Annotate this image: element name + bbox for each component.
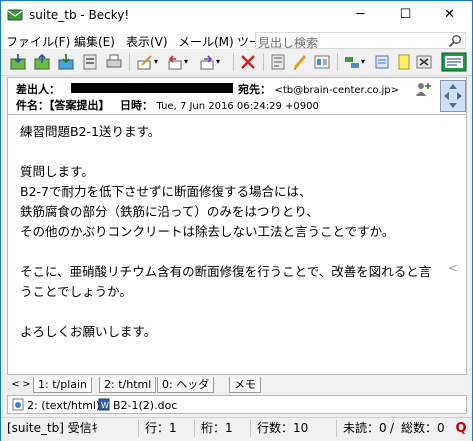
tab-text-plain[interactable]: 1: t/plain [33, 377, 93, 393]
becky-app-icon[interactable] [7, 7, 23, 23]
total-count: 0 [437, 421, 445, 435]
attachment-html-label: 2: (text/html) [27, 399, 101, 412]
date-label: 日時： [120, 99, 153, 112]
body-line: 鉄筋腐食の部分（鉄筋に沿って）のみをはつりとり、 [20, 204, 319, 219]
print-icon[interactable] [105, 53, 123, 71]
edit-icon[interactable] [291, 53, 309, 71]
close-button[interactable]: ✕ [427, 1, 472, 30]
body-line: 質問します。 [20, 164, 94, 179]
settings-icon[interactable] [313, 53, 331, 71]
date-value: Tue, 7 Jun 2016 06:24:29 +0900 [156, 101, 319, 112]
cancel-icon[interactable] [415, 53, 433, 71]
toolbar-separator [233, 53, 234, 71]
receive-icon[interactable] [9, 53, 27, 71]
body-line: うことでしょうか。 [20, 284, 132, 299]
body-line: 練習問題B2-1送ります。 [20, 124, 161, 139]
address-book-icon[interactable] [81, 53, 99, 71]
toolbar: ▾ ▾ ▾ ▾ [1, 49, 472, 76]
mailbox-icon[interactable] [373, 53, 391, 71]
status-bar: [suite_tb] 受信ｷ 行：1 桁：1 行数：10 未読：0 / 総数：0… [1, 417, 472, 441]
send-icon[interactable] [33, 53, 51, 71]
tab-scroll-right[interactable]: > [21, 378, 32, 392]
status-column: 桁：1 [197, 420, 251, 437]
menu-file[interactable]: ファイル(F) [6, 33, 70, 50]
maximize-button[interactable]: ☐ [383, 1, 428, 30]
subject-label: 件名： [16, 99, 49, 112]
toolbar-separator [263, 53, 264, 71]
body-line: そこに、亜硝酸リチウム含有の断面修復を行うことで、改善を図れると言 [20, 264, 432, 279]
subject-value: 【答案提出】 [49, 99, 110, 112]
to-label: 宛先： [238, 83, 271, 96]
view-icon[interactable] [343, 53, 361, 71]
redacted-sender [71, 83, 233, 93]
body-line: B2-7で耐力を低下させずに断面修復する場合には、 [20, 184, 312, 199]
app-window: suite_tb - Becky! ─ ☐ ✕ ファイル(F) 編集(E) 表示… [0, 0, 473, 441]
body-line: その他のかぶりコンクリートは除去しない工法と言うことですか。 [20, 224, 395, 239]
attachment-html[interactable]: 2: (text/html) [12, 398, 100, 412]
toolbar-separator [337, 53, 338, 71]
svg-text:W: W [101, 401, 109, 410]
wrap-marker: < [448, 261, 459, 275]
to-row: 宛先： <tb@brain-center.co.jp> [238, 81, 399, 97]
window-title: suite_tb - Becky! [29, 8, 130, 22]
attachment-bar: 2: (text/html) W B2-1(2).doc [7, 395, 467, 414]
unread-count: 0 [379, 421, 387, 435]
tab-header[interactable]: 0: ヘッダ [157, 377, 215, 393]
total-label: 総数： [401, 421, 438, 435]
header-nav-pad[interactable] [440, 80, 466, 112]
title-bar: suite_tb - Becky! ─ ☐ ✕ [1, 1, 472, 31]
note-icon[interactable] [395, 53, 413, 71]
tab-scroll-left[interactable]: < [10, 378, 21, 392]
add-contact-icon[interactable] [414, 81, 432, 97]
status-line: 行：1 [141, 420, 195, 437]
status-folder: [suite_tb] 受信ｷ [3, 420, 139, 437]
status-line-count: 行数：10 [253, 420, 337, 437]
attachment-doc-label: B2-1(2).doc [113, 399, 178, 412]
to-value[interactable]: <tb@brain-center.co.jp> [275, 85, 400, 96]
header-search-input[interactable]: 見出し検索 [255, 32, 466, 50]
filter-icon[interactable] [269, 53, 287, 71]
subject-row: 件名：【答案提出】 日時： Tue, 7 Jun 2016 06:24:29 +… [16, 97, 319, 113]
delete-icon[interactable] [239, 53, 257, 71]
body-line: よろしくお願いします。 [20, 324, 157, 339]
word-doc-icon: W [98, 398, 110, 411]
toolbar-separator [129, 53, 130, 71]
from-label: 差出人： [16, 83, 60, 96]
display-mode-icon[interactable] [441, 52, 467, 72]
message-body[interactable]: 練習問題B2-1送ります。 質問します。 B2-7で耐力を低下させずに断面修復す… [7, 115, 467, 375]
menu-edit[interactable]: 編集(E) [74, 33, 115, 50]
status-total: 総数：0 [397, 420, 453, 437]
receive-all-icon[interactable] [57, 53, 75, 71]
tab-memo[interactable]: メモ [229, 377, 261, 393]
minimize-button[interactable]: ─ [338, 1, 383, 30]
search-icon[interactable] [448, 34, 462, 48]
attachment-doc[interactable]: W B2-1(2).doc [98, 398, 177, 412]
compose-icon[interactable] [136, 53, 154, 71]
menu-view[interactable]: 表示(V) [126, 33, 168, 50]
tab-text-html[interactable]: 2: t/html [99, 377, 157, 393]
html-file-icon [12, 398, 24, 411]
unread-label: 未読： [343, 421, 380, 435]
nav-arrows-icon[interactable] [441, 81, 465, 111]
forward-dropdown-icon[interactable]: ▾ [216, 53, 234, 71]
message-header: 差出人： 宛先： <tb@brain-center.co.jp> 件名：【答案提… [7, 77, 467, 115]
forward-icon[interactable] [198, 53, 216, 71]
part-tabs: < > 1: t/plain 2: t/html 0: ヘッダ メモ [7, 377, 467, 395]
from-row: 差出人： [16, 81, 60, 97]
reply-icon[interactable] [166, 53, 184, 71]
menu-mail[interactable]: メール(M) [178, 33, 234, 50]
quick-search-icon[interactable]: Q [454, 421, 468, 437]
